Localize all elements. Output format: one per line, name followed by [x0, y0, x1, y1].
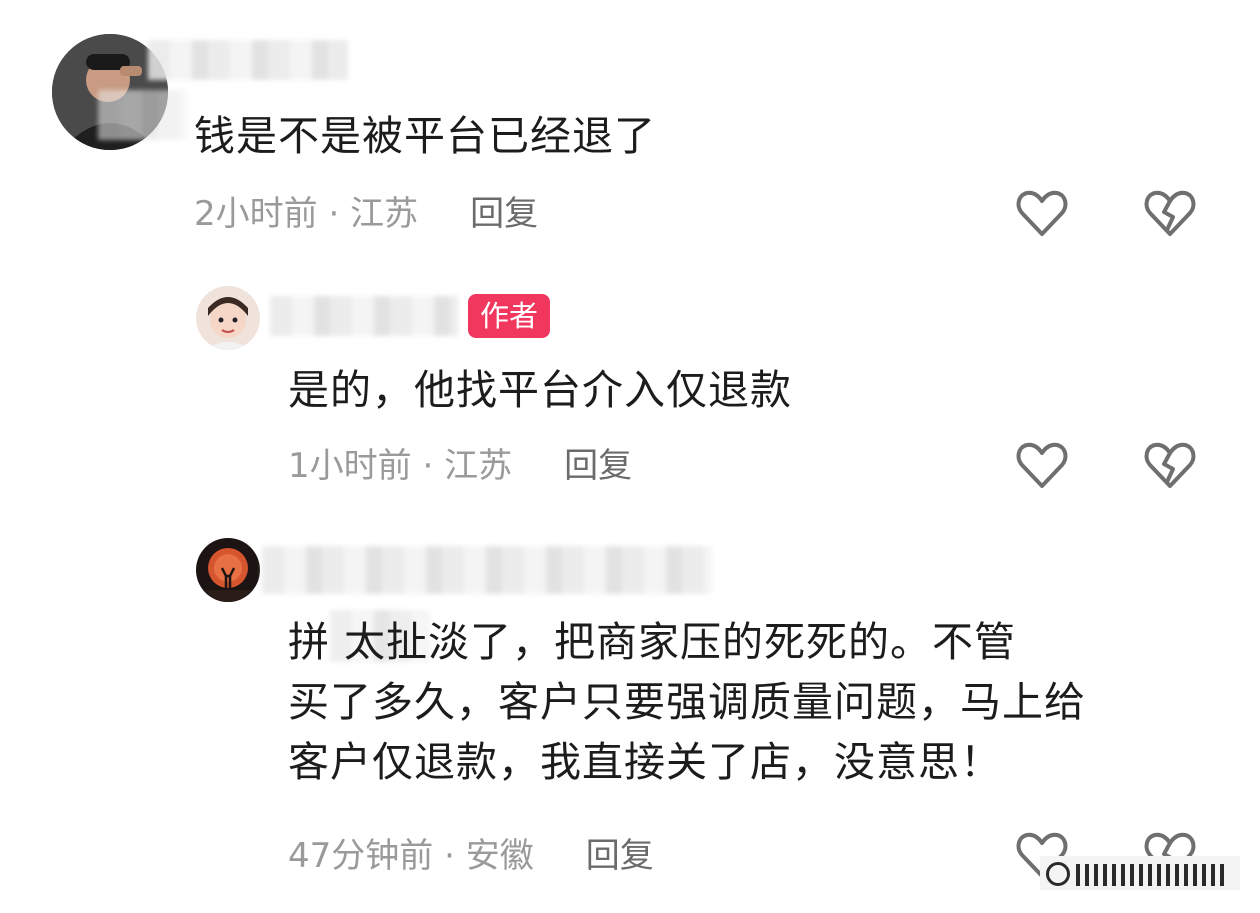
comment-meta: 2小时前 · 江苏 回复 — [194, 192, 538, 236]
comment-time: 47分钟前 — [288, 836, 434, 876]
comment-text-line: 拼 太扯淡了，把商家压的死死的。不管 — [288, 618, 1017, 666]
comment-meta: 47分钟前 · 安徽 回复 — [288, 834, 654, 878]
watermark-bars — [1076, 864, 1226, 886]
heart-outline-icon[interactable] — [1014, 438, 1070, 494]
comment-time: 1小时前 — [288, 446, 412, 486]
watermark — [1040, 856, 1240, 890]
meta-separator: · — [317, 194, 351, 234]
comment-location: 江苏 — [350, 194, 419, 234]
reply-button[interactable]: 回复 — [564, 446, 632, 486]
username-blurred — [148, 40, 348, 80]
comment-text: 是的，他找平台介入仅退款 — [288, 366, 792, 414]
comment-text-line: 买了多久，客户只要强调质量问题，马上给 — [288, 678, 1086, 726]
reply-button[interactable]: 回复 — [470, 194, 538, 234]
comment-time: 2小时前 — [194, 194, 318, 234]
broken-heart-icon[interactable] — [1142, 186, 1198, 242]
comment-meta: 1小时前 · 江苏 回复 — [288, 444, 632, 488]
comment-location: 安徽 — [465, 836, 534, 876]
meta-separator: · — [411, 446, 445, 486]
avatar[interactable] — [196, 286, 260, 350]
avatar[interactable] — [196, 538, 260, 602]
author-badge: 作者 — [468, 294, 551, 338]
username-blurred — [262, 546, 712, 594]
avatar-mosaic — [98, 90, 188, 140]
meta-separator: · — [433, 836, 466, 876]
comment-location: 江苏 — [444, 446, 513, 486]
comment-text: 拼 太扯淡了，把商家压的死死的。不管 买了多久，客户只要强调质量问题，马上给 客… — [288, 614, 1086, 790]
heart-outline-icon[interactable] — [1014, 186, 1070, 242]
watermark-logo — [1046, 862, 1070, 886]
broken-heart-icon[interactable] — [1142, 438, 1198, 494]
comment-text-line: 客户仅退款，我直接关了店，没意思！ — [288, 738, 1002, 786]
username-blurred — [270, 296, 458, 336]
reply-button[interactable]: 回复 — [586, 836, 654, 876]
comment-text: 钱是不是被平台已经退了 — [194, 112, 656, 160]
